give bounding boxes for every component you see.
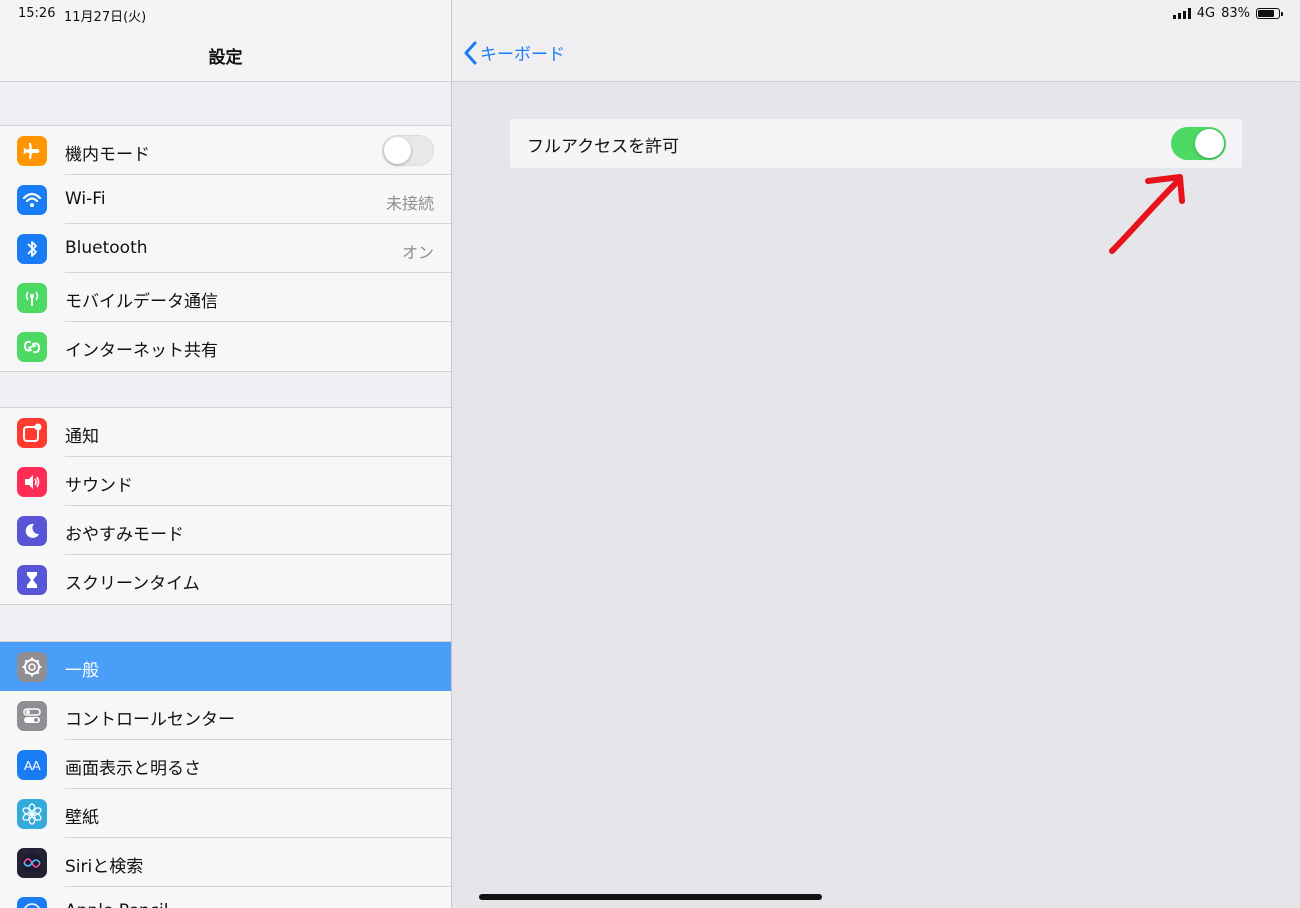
chevron-left-icon bbox=[464, 41, 477, 64]
sidebar-item[interactable]: 一般 bbox=[0, 642, 451, 691]
sidebar-item[interactable]: Wi-Fi 未接続 bbox=[0, 175, 451, 224]
settings-group: 機内モード Wi-Fi 未接続 Bluetooth オンモバイルデータ通信 インターネット… bbox=[0, 125, 451, 372]
siri-icon bbox=[17, 848, 47, 878]
sidebar-item-label: 機内モード bbox=[65, 145, 150, 165]
moon-icon bbox=[17, 516, 47, 546]
sidebar-item-label: 壁紙 bbox=[65, 808, 99, 828]
full-access-toggle[interactable] bbox=[1171, 127, 1226, 160]
airplane-mode-toggle[interactable] bbox=[382, 135, 434, 166]
settings-group: 通知サウンドおやすみモード スクリーンタイム bbox=[0, 407, 451, 605]
full-access-label: フルアクセスを許可 bbox=[527, 137, 680, 157]
sidebar-item[interactable]: Siriと検索 bbox=[0, 838, 451, 887]
network-type: 4G bbox=[1196, 6, 1216, 21]
sidebar-item-value: オン bbox=[401, 243, 434, 262]
sidebar-item[interactable]: コントロールセンター bbox=[0, 691, 451, 740]
sidebar-item-label: Bluetooth bbox=[65, 238, 148, 258]
wifi-icon bbox=[17, 185, 47, 215]
sidebar-item[interactable]: サウンド bbox=[0, 457, 451, 506]
sidebar-item-label: スクリーンタイム bbox=[65, 574, 200, 594]
signal-icon bbox=[1172, 8, 1191, 19]
sidebar-item[interactable]: インターネット共有 bbox=[0, 322, 451, 371]
detail-pane: キーボード フルアクセスを許可 bbox=[452, 0, 1300, 908]
sidebar-item-label: モバイルデータ通信 bbox=[65, 292, 218, 312]
settings-sidebar: 設定 機内モード Wi-Fi 未接続 Bluetooth オンモバイルデータ通信 インター… bbox=[0, 0, 452, 908]
gear-icon bbox=[17, 652, 47, 682]
sidebar-item[interactable]: AA 画面表示と明るさ bbox=[0, 740, 451, 789]
sidebar-item-value: 未接続 bbox=[385, 194, 434, 213]
back-button[interactable]: キーボード bbox=[464, 40, 565, 65]
status-bar: 15:26 11月27日(火) 4G 83% bbox=[0, 0, 1300, 28]
sidebar-item-label: Siriと検索 bbox=[65, 857, 144, 877]
antenna-icon bbox=[17, 283, 47, 313]
notifications-icon bbox=[17, 418, 47, 448]
text-size-icon: AA bbox=[17, 750, 47, 780]
battery-icon bbox=[1256, 8, 1283, 19]
sidebar-item-label: コントロールセンター bbox=[65, 710, 235, 730]
status-date: 11月27日(火) bbox=[64, 10, 147, 25]
full-access-row: フルアクセスを許可 bbox=[510, 119, 1242, 168]
sidebar-item-label: 通知 bbox=[65, 427, 99, 447]
bluetooth-icon bbox=[17, 234, 47, 264]
red-arrow-annotation bbox=[1109, 174, 1185, 254]
sidebar-item[interactable]: Bluetooth オン bbox=[0, 224, 451, 273]
switches-icon bbox=[17, 701, 47, 731]
sidebar-title: 設定 bbox=[208, 48, 243, 68]
settings-group: 一般コントロールセンター AA 画面表示と明るさ壁紙 Siriと検索 Apple Pen… bbox=[0, 641, 451, 908]
sidebar-item-label: Wi-Fi bbox=[65, 189, 106, 209]
sidebar-item[interactable]: 壁紙 bbox=[0, 789, 451, 838]
sidebar-item[interactable]: Apple Pencil bbox=[0, 887, 451, 908]
pencil-icon bbox=[17, 897, 47, 908]
sidebar-item[interactable]: おやすみモード bbox=[0, 506, 451, 555]
sidebar-item[interactable]: 通知 bbox=[0, 408, 451, 457]
hourglass-icon bbox=[17, 565, 47, 595]
flower-icon bbox=[17, 799, 47, 829]
back-button-label: キーボード bbox=[480, 45, 565, 65]
speaker-icon bbox=[17, 467, 47, 497]
airplane-icon bbox=[17, 136, 47, 166]
hotspot-icon bbox=[17, 332, 47, 362]
status-time: 15:26 bbox=[18, 6, 56, 21]
sidebar-item-label: Apple Pencil bbox=[65, 901, 168, 908]
sidebar-item-label: おやすみモード bbox=[65, 525, 184, 545]
sidebar-item-label: インターネット共有 bbox=[65, 341, 218, 361]
home-indicator bbox=[479, 894, 822, 900]
sidebar-item-label: 一般 bbox=[65, 661, 99, 681]
battery-percent: 83% bbox=[1221, 6, 1250, 21]
sidebar-item-label: 画面表示と明るさ bbox=[65, 759, 201, 779]
sidebar-item-label: サウンド bbox=[65, 476, 133, 496]
sidebar-item[interactable]: 機内モード bbox=[0, 126, 451, 175]
sidebar-item[interactable]: スクリーンタイム bbox=[0, 555, 451, 604]
sidebar-item[interactable]: モバイルデータ通信 bbox=[0, 273, 451, 322]
